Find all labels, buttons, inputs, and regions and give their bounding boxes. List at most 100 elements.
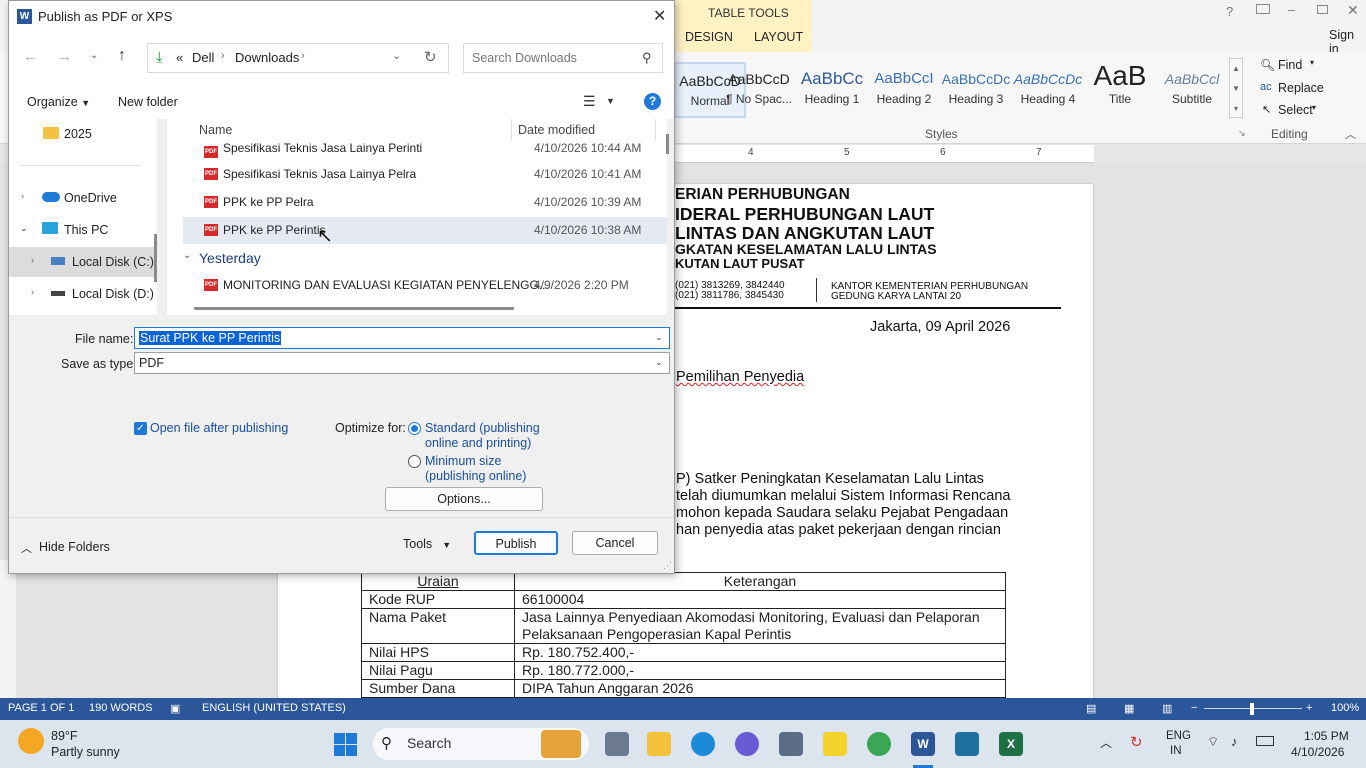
minimize-icon[interactable]: –: [1288, 2, 1295, 17]
sync-icon[interactable]: ↻: [1130, 733, 1143, 751]
options-button[interactable]: Options...: [385, 487, 543, 511]
file-name-input[interactable]: Surat PPK ke PP Perintis: [139, 331, 282, 345]
nav-item-this-pc[interactable]: ⌄ This PC: [9, 215, 157, 245]
language-indicator[interactable]: ENGLISH (UNITED STATES): [202, 702, 346, 714]
new-folder-button[interactable]: New folder: [118, 95, 178, 109]
tools-button[interactable]: Tools ▼: [403, 537, 451, 551]
zoom-level[interactable]: 100%: [1331, 702, 1359, 714]
address-history-icon[interactable]: ⌄: [392, 49, 401, 62]
chevron-down-icon[interactable]: ⌄: [183, 250, 191, 261]
standard-label-line[interactable]: Standard (publishing: [425, 421, 540, 435]
taskbar-search[interactable]: ⚲ Search: [373, 728, 589, 760]
chevron-right-icon[interactable]: ›: [21, 191, 24, 201]
chevron-down-icon[interactable]: ⌄: [20, 223, 28, 234]
read-mode-icon[interactable]: ▤: [1086, 702, 1096, 715]
style-heading-2[interactable]: AaBbCcI Heading 2: [868, 62, 940, 118]
chrome-icon[interactable]: [867, 732, 891, 756]
ribbon-display-icon[interactable]: [1256, 4, 1270, 14]
style-heading-3[interactable]: AaBbCcDc Heading 3: [940, 62, 1012, 118]
zoom-in-icon[interactable]: +: [1306, 702, 1312, 714]
file-name-field[interactable]: Surat PPK ke PP Perintis ⌄: [134, 327, 670, 349]
back-arrow-icon[interactable]: ←: [23, 48, 38, 65]
address-bar[interactable]: ⤓ « Dell › Downloads › ⌄ ↻: [147, 43, 449, 73]
chevron-right-icon[interactable]: ›: [31, 287, 34, 297]
standard-label-line[interactable]: online and printing): [425, 436, 531, 450]
minimum-label-line[interactable]: Minimum size: [425, 454, 501, 468]
chevron-down-icon[interactable]: ⌄: [655, 357, 663, 368]
minimum-label-line[interactable]: (publishing online): [425, 469, 526, 483]
style-title[interactable]: AaB Title: [1084, 62, 1156, 118]
publish-button[interactable]: Publish: [474, 531, 558, 555]
help-icon[interactable]: ?: [1226, 4, 1233, 19]
nav-item-local-disk-c[interactable]: › Local Disk (C:): [9, 247, 157, 277]
proofing-icon[interactable]: ▣: [170, 702, 180, 715]
edge-icon[interactable]: [691, 732, 715, 756]
find-button[interactable]: Find: [1278, 58, 1302, 72]
cancel-button[interactable]: Cancel: [572, 531, 658, 555]
help-icon[interactable]: ?: [644, 93, 661, 110]
nav-item-onedrive[interactable]: › OneDrive: [9, 183, 157, 213]
save-type-select[interactable]: PDF ⌄: [134, 352, 670, 374]
close-word-icon[interactable]: ✕: [1347, 2, 1359, 19]
hide-folders-button[interactable]: Hide Folders: [39, 540, 110, 554]
nav-pane-scrollbar[interactable]: [154, 234, 157, 282]
breadcrumb-downloads[interactable]: Downloads: [235, 50, 299, 65]
restore-icon[interactable]: [1317, 5, 1328, 14]
group-header-yesterday[interactable]: Yesterday: [199, 250, 261, 266]
chevron-right-icon[interactable]: ›: [31, 255, 34, 265]
tab-design[interactable]: DESIGN: [685, 30, 733, 44]
language-primary[interactable]: ENG: [1166, 730, 1191, 742]
battery-icon[interactable]: [1256, 736, 1274, 746]
up-arrow-icon[interactable]: ↑: [118, 47, 126, 65]
select-button[interactable]: Select: [1278, 103, 1313, 117]
file-row[interactable]: PDF Spesifikasi Teknis Jasa Lainya Perin…: [183, 135, 667, 162]
weather-icon[interactable]: [18, 728, 44, 754]
replace-button[interactable]: Replace: [1278, 81, 1324, 95]
refresh-icon[interactable]: ↻: [424, 48, 437, 66]
styles-launcher-icon[interactable]: ↘: [1238, 128, 1246, 139]
search-icon[interactable]: ⚲: [642, 50, 652, 66]
close-icon[interactable]: ✕: [653, 6, 666, 26]
nav-item-2025[interactable]: 2025: [9, 119, 157, 149]
nav-item-local-disk-d[interactable]: › Local Disk (D:): [9, 279, 157, 309]
style-heading-1[interactable]: AaBbCc Heading 1: [796, 62, 868, 118]
app-icon[interactable]: [735, 732, 759, 756]
open-after-label[interactable]: Open file after publishing: [150, 421, 288, 435]
style-no-spacing[interactable]: AaBbCcD ¶ No Spac...: [724, 62, 794, 118]
breadcrumb-dell[interactable]: Dell: [192, 50, 214, 65]
task-view-icon[interactable]: [605, 732, 629, 756]
wifi-icon[interactable]: ⌔: [1207, 734, 1219, 750]
chevron-down-icon[interactable]: ⌄: [655, 332, 663, 343]
chevron-up-icon[interactable]: ︿: [21, 540, 32, 556]
zoom-out-icon[interactable]: −: [1191, 702, 1197, 714]
weather-desc[interactable]: Partly sunny: [51, 745, 120, 759]
forward-arrow-icon[interactable]: →: [57, 48, 72, 65]
tab-layout[interactable]: LAYOUT: [754, 30, 803, 44]
web-layout-icon[interactable]: ▥: [1162, 702, 1172, 715]
file-explorer-icon[interactable]: [647, 732, 671, 756]
camera-icon[interactable]: [779, 732, 803, 756]
language-secondary[interactable]: IN: [1170, 745, 1182, 757]
sticky-notes-icon[interactable]: [823, 732, 847, 756]
file-row-hovered[interactable]: PDF PPK ke PP Perintis 4/10/2026 10:38 A…: [183, 217, 667, 244]
resize-grip-icon[interactable]: ⋰: [663, 560, 672, 571]
clock-time[interactable]: 1:05 PM: [1304, 729, 1349, 743]
recent-locations-icon[interactable]: ⌄: [90, 50, 98, 61]
organize-button[interactable]: Organize ▼: [27, 95, 90, 109]
style-subtitle[interactable]: AaBbCcl Subtitle: [1156, 62, 1228, 118]
chevron-up-icon[interactable]: ︿: [1100, 734, 1112, 751]
word-taskbar-icon[interactable]: W: [911, 732, 935, 756]
file-row[interactable]: PDF MONITORING DAN EVALUASI KEGIATAN PEN…: [183, 272, 667, 299]
page-count[interactable]: PAGE 1 OF 1: [8, 702, 74, 714]
open-after-checkbox[interactable]: ✓: [134, 422, 147, 435]
weather-temp[interactable]: 89°F: [51, 729, 78, 743]
print-layout-icon[interactable]: ▦: [1124, 702, 1134, 715]
standard-radio[interactable]: [408, 422, 421, 435]
view-options-icon[interactable]: ☰: [583, 93, 596, 110]
file-list-scrollbar[interactable]: [666, 134, 669, 154]
excel-icon[interactable]: X: [999, 732, 1023, 756]
start-icon[interactable]: [334, 733, 358, 757]
styles-scroll-icon[interactable]: ▲ ▼ ▾: [1229, 58, 1243, 118]
zoom-slider-thumb[interactable]: [1250, 703, 1254, 715]
clock-date[interactable]: 4/10/2026: [1291, 745, 1344, 759]
